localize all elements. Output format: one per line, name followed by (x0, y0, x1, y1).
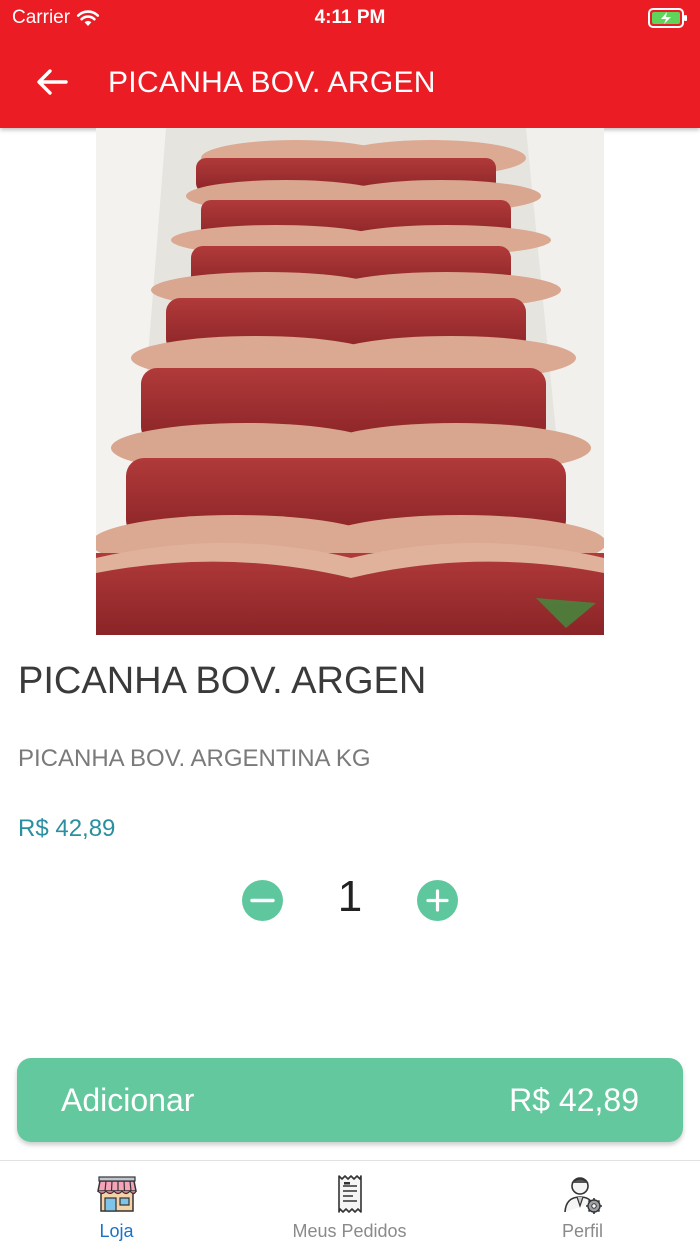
add-button-total: R$ 42,89 (509, 1082, 639, 1118)
tab-label-perfil: Perfil (561, 1221, 603, 1241)
plus-icon (426, 889, 449, 912)
tab-label-meus-pedidos: Meus Pedidos (292, 1221, 407, 1241)
receipt-icon (338, 1175, 362, 1213)
add-button-label: Adicionar (61, 1082, 195, 1118)
app-bar: PICANHA BOV. ARGEN (0, 52, 700, 112)
quantity-value: 1 (337, 872, 363, 921)
tab-perfil[interactable]: Perfil (466, 1161, 699, 1244)
page-title: PICANHA BOV. ARGEN (108, 66, 436, 99)
tab-meus-pedidos[interactable]: Meus Pedidos (233, 1161, 466, 1244)
status-time: 4:11 PM (314, 7, 386, 28)
product-name: PICANHA BOV. ARGEN (18, 660, 427, 702)
minus-icon (250, 898, 275, 903)
quantity-stepper: 1 (242, 870, 458, 930)
arrow-left-icon (37, 69, 68, 95)
tab-label-loja: Loja (99, 1221, 134, 1241)
user-settings-icon (564, 1177, 602, 1214)
product-description: PICANHA BOV. ARGENTINA KG (18, 745, 371, 772)
store-icon (97, 1176, 137, 1212)
add-to-cart-button[interactable]: Adicionar R$ 42,89 (17, 1058, 683, 1142)
header: Carrier 4:11 PM PICANHA BOV. ARGEN (0, 0, 700, 128)
decrease-quantity-button[interactable] (242, 880, 283, 921)
product-image (96, 128, 604, 635)
increase-quantity-button[interactable] (417, 880, 458, 921)
status-bar: Carrier 4:11 PM (0, 0, 700, 36)
tab-loja[interactable]: Loja (0, 1161, 233, 1244)
battery-icon (648, 8, 688, 33)
bottom-tab-bar: Loja Meus Pedidos Perfil (0, 1160, 700, 1244)
back-button[interactable] (34, 64, 70, 100)
product-price: R$ 42,89 (18, 815, 116, 842)
